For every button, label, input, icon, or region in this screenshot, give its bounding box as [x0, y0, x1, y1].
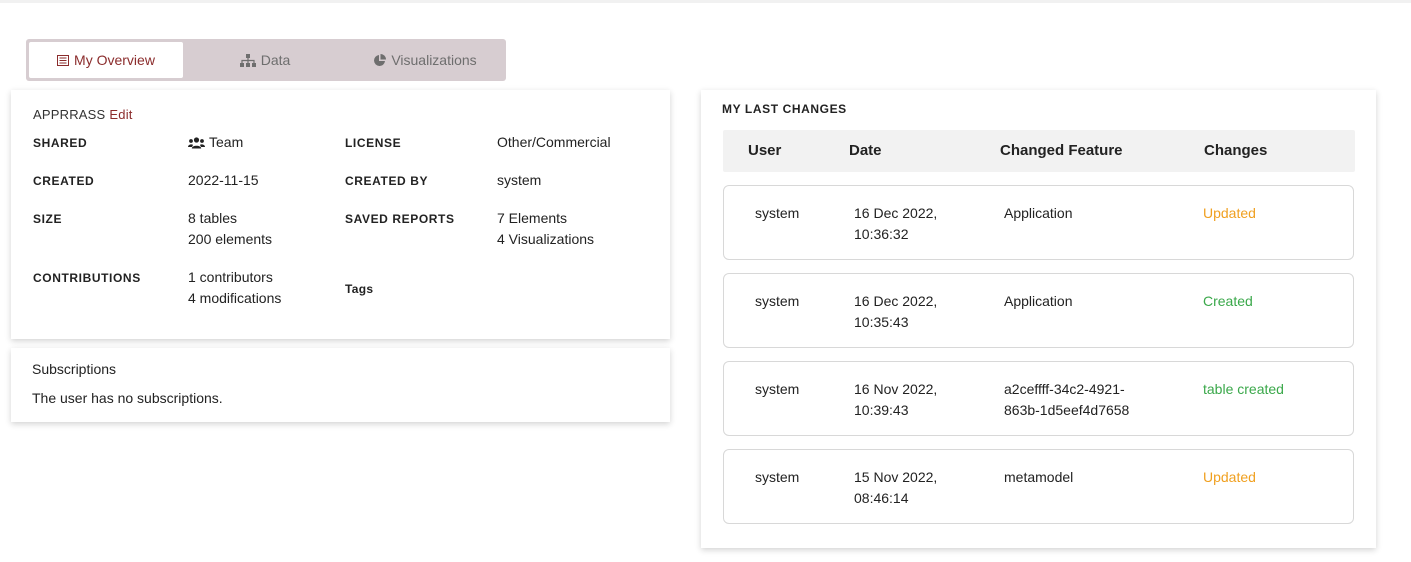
row-feature-line1: metamodel: [1004, 469, 1074, 485]
row-feature: metamodel: [1004, 467, 1073, 488]
row-date: 16 Dec 2022, 10:35:43: [854, 291, 937, 333]
last-changes-card: MY LAST CHANGES User Date Changed Featur…: [701, 90, 1376, 548]
row-user: system: [755, 381, 800, 397]
top-divider: [0, 0, 1411, 3]
tab-visualizations[interactable]: Visualizations: [347, 42, 503, 78]
hierarchy-icon: [239, 53, 256, 67]
table-row[interactable]: system 16 Dec 2022, 10:35:43 Application …: [723, 273, 1354, 348]
tags-label: Tags: [345, 282, 374, 296]
saved-reports-label: SAVED REPORTS: [345, 212, 455, 226]
row-feature-line1: Application: [1004, 293, 1073, 309]
row-date-time: 10:36:32: [854, 226, 909, 242]
contributions-value: 1 contributors 4 modifications: [188, 267, 281, 309]
row-feature-line1: a2ceffff-34c2-4921-: [1004, 381, 1125, 397]
row-feature: Application: [1004, 291, 1073, 312]
app-title: APPRRASS Edit: [33, 107, 133, 122]
modifications: 4 modifications: [188, 290, 282, 306]
row-date-day: 16 Dec 2022,: [854, 205, 938, 221]
overview-card: APPRRASS Edit SHARED Team LICENSE Other/C…: [11, 90, 670, 339]
size-tables: 8 tables: [188, 210, 238, 226]
license-label: LICENSE: [345, 136, 402, 150]
saved-visualizations: 4 Visualizations: [497, 231, 595, 247]
row-date-time: 10:35:43: [854, 314, 909, 330]
row-feature-line1: Application: [1004, 205, 1073, 221]
row-feature: Application: [1004, 203, 1073, 224]
created-by-label: CREATED BY: [345, 174, 429, 188]
row-date: 16 Dec 2022, 10:36:32: [854, 203, 937, 245]
header-changes: Changes: [1204, 142, 1268, 159]
team-icon: [188, 134, 205, 155]
edit-link[interactable]: Edit: [109, 107, 132, 122]
row-user: system: [755, 469, 800, 485]
size-value: 8 tables 200 elements: [188, 208, 272, 250]
row-date-time: 10:39:43: [854, 402, 909, 418]
row-date: 16 Nov 2022, 10:39:43: [854, 379, 937, 421]
created-by-value: system: [497, 172, 542, 188]
row-date-time: 08:46:14: [854, 490, 909, 506]
row-date-day: 16 Nov 2022,: [854, 381, 938, 397]
size-elements: 200 elements: [188, 231, 273, 247]
row-change-status: Created: [1203, 293, 1253, 309]
subscriptions-card: Subscriptions The user has no subscripti…: [11, 348, 670, 422]
size-label: SIZE: [33, 212, 63, 226]
tab-bar: My Overview Data Visualizations: [26, 39, 506, 81]
row-change-status: Updated: [1203, 469, 1256, 485]
row-feature: a2ceffff-34c2-4921- 863b-1d5eef4d7658: [1004, 379, 1129, 421]
app-name: APPRRASS: [33, 107, 106, 122]
row-date: 15 Nov 2022, 08:46:14: [854, 467, 937, 509]
created-value: 2022-11-15: [188, 172, 259, 188]
tab-data[interactable]: Data: [183, 42, 347, 78]
pie-chart-icon: [373, 53, 387, 67]
subscriptions-title: Subscriptions: [32, 361, 117, 377]
license-value: Other/Commercial: [497, 134, 611, 150]
table-row[interactable]: system 15 Nov 2022, 08:46:14 metamodel Up…: [723, 449, 1354, 524]
tab-label: Visualizations: [391, 52, 477, 68]
row-user: system: [755, 205, 800, 221]
contributions-label: CONTRIBUTIONS: [33, 271, 141, 285]
tab-label: My Overview: [74, 52, 155, 68]
shared-value: Team: [188, 132, 243, 155]
header-user: User: [748, 142, 782, 159]
header-changed-feature: Changed Feature: [1000, 142, 1123, 159]
row-change-status: table created: [1203, 381, 1284, 397]
tab-label: Data: [260, 52, 291, 68]
contributors: 1 contributors: [188, 269, 273, 285]
saved-elements: 7 Elements: [497, 210, 568, 226]
table-header: User Date Changed Feature Changes: [723, 130, 1355, 172]
table-row[interactable]: system 16 Dec 2022, 10:36:32 Application …: [723, 185, 1354, 260]
list-icon: [57, 54, 70, 66]
row-user: system: [755, 293, 800, 309]
saved-reports-value: 7 Elements 4 Visualizations: [497, 208, 594, 250]
shared-label: SHARED: [33, 136, 88, 150]
row-date-day: 15 Nov 2022,: [854, 469, 938, 485]
tab-my-overview[interactable]: My Overview: [29, 42, 183, 78]
last-changes-title: MY LAST CHANGES: [722, 102, 847, 116]
row-date-day: 16 Dec 2022,: [854, 293, 938, 309]
table-row[interactable]: system 16 Nov 2022, 10:39:43 a2ceffff-34c…: [723, 361, 1354, 436]
subscriptions-empty-text: The user has no subscriptions.: [32, 390, 223, 406]
row-change-status: Updated: [1203, 205, 1256, 221]
created-label: CREATED: [33, 174, 95, 188]
header-date: Date: [849, 142, 882, 159]
row-feature-line2: 863b-1d5eef4d7658: [1004, 402, 1130, 418]
shared-text: Team: [209, 134, 244, 150]
